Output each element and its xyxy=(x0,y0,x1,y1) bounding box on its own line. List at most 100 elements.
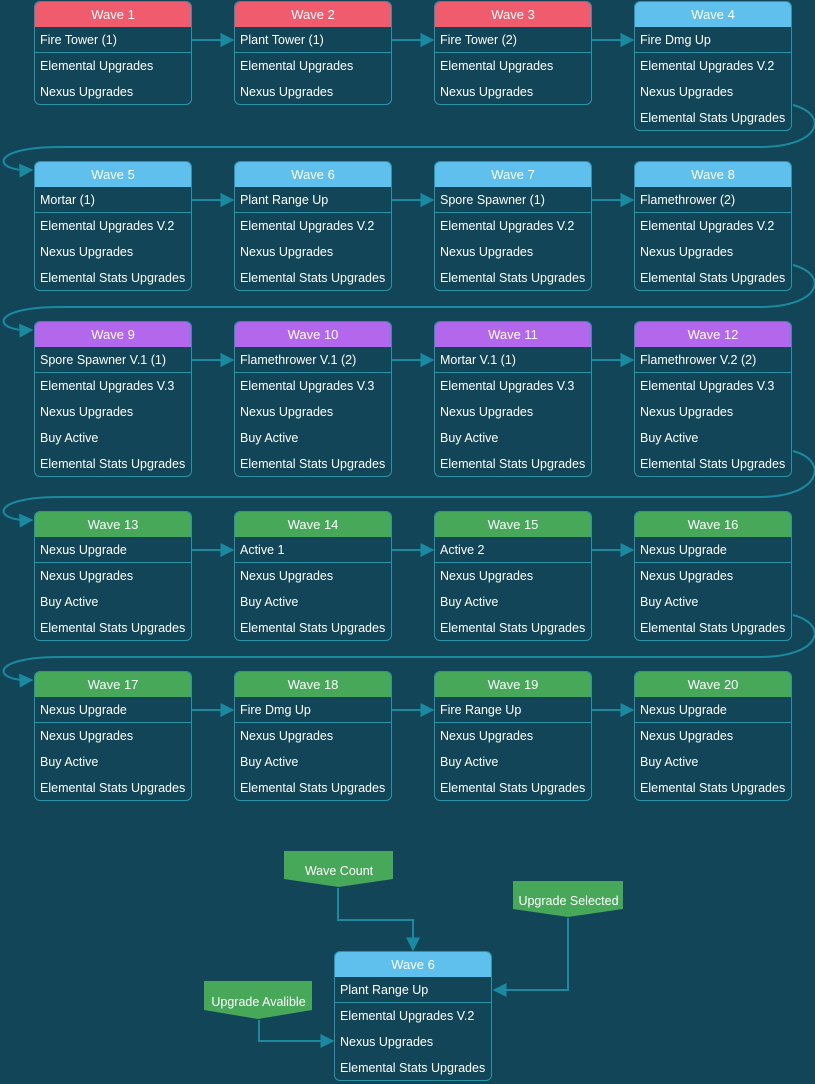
wave-card-item: Nexus Upgrades xyxy=(440,729,534,743)
wave-card-item: Elemental Stats Upgrades xyxy=(240,781,386,795)
wave-card-title: Wave 19 xyxy=(435,672,591,697)
wave-card: Wave 2 Plant Tower (1) Elemental Upgrades N… xyxy=(234,1,392,105)
wave-card-item: Nexus Upgrades xyxy=(440,405,534,419)
wave-card-item: Elemental Stats Upgrades xyxy=(240,271,386,285)
wave-card-item: Elemental Upgrades xyxy=(440,59,554,73)
wave-card-item: Nexus Upgrades xyxy=(640,245,734,259)
wave-card-main-item: Nexus Upgrade xyxy=(35,537,191,563)
wave-card-main-item: Fire Tower (2) xyxy=(435,27,591,53)
wave-card-main-item: Spore Spawner V.1 (1) xyxy=(35,347,191,373)
wave-card-main-item: Flamethrower (2) xyxy=(635,187,791,213)
wave-card-title: Wave 15 xyxy=(435,512,591,537)
wave-count-arrow xyxy=(337,888,420,952)
upgrade-selected-label: Upgrade Selected xyxy=(518,894,619,908)
wave-card: Wave 13 Nexus Upgrade Nexus Upgrades Buy Ac… xyxy=(34,511,192,641)
wave-card-item: Nexus Upgrades xyxy=(340,1035,434,1049)
wave-card-item: Buy Active xyxy=(40,595,99,609)
wave-card-title: Wave 16 xyxy=(635,512,791,537)
wave-card: Wave 19 Fire Range Up Nexus Upgrades Buy Ac… xyxy=(434,671,592,801)
wave-card-item: Elemental Upgrades V.2 xyxy=(340,1009,475,1023)
wave-card-item: Nexus Upgrades xyxy=(40,405,134,419)
wave-card-item: Nexus Upgrades xyxy=(440,245,534,259)
wave-count-callout: Wave Count xyxy=(284,851,394,888)
wave-card-item: Nexus Upgrades xyxy=(440,569,534,583)
wave-card-main-item: Nexus Upgrade xyxy=(35,697,191,723)
wave-card-main-item: Fire Dmg Up xyxy=(235,697,391,723)
wave-card-item: Elemental Upgrades V.3 xyxy=(240,379,375,393)
wave-card-item: Nexus Upgrades xyxy=(40,569,134,583)
wave-card-item: Elemental Upgrades V.2 xyxy=(640,219,775,233)
wave-card-item: Buy Active xyxy=(240,431,299,445)
wave-card-item: Nexus Upgrades xyxy=(440,85,534,99)
wave-card-item: Buy Active xyxy=(40,431,99,445)
wave-card-main-item: Plant Range Up xyxy=(235,187,391,213)
upgrade-selected-arrow xyxy=(492,918,569,997)
wave-card-item: Elemental Stats Upgrades xyxy=(340,1061,486,1075)
wave-card-title: Wave 6 xyxy=(335,952,491,977)
wave-card-main-item: Nexus Upgrade xyxy=(635,537,791,563)
wave-card: Wave 18 Fire Dmg Up Nexus Upgrades Buy Acti… xyxy=(234,671,392,801)
wave-card: Wave 3 Fire Tower (2) Elemental Upgrades Ne… xyxy=(434,1,592,105)
wave-card-title: Wave 9 xyxy=(35,322,191,347)
wave-card-main-item: Active 2 xyxy=(435,537,591,563)
wave-card-title: Wave 12 xyxy=(635,322,791,347)
wave-card-title: Wave 20 xyxy=(635,672,791,697)
wave-card-title: Wave 3 xyxy=(435,2,591,27)
wave-card-item: Buy Active xyxy=(640,595,699,609)
wave-card-item: Buy Active xyxy=(440,595,499,609)
wave-card-title: Wave 10 xyxy=(235,322,391,347)
wave-card: Wave 6 Plant Range Up Elemental Upgrades V… xyxy=(334,951,492,1081)
wave-card-title: Wave 14 xyxy=(235,512,391,537)
wave-card: Wave 12 Flamethrower V.2 (2) Elemental Upg… xyxy=(634,321,792,477)
wave-card-item: Nexus Upgrades xyxy=(240,85,334,99)
wave-card: Wave 15 Active 2 Nexus Upgrades Buy Active E… xyxy=(434,511,592,641)
wave-card-main-item: Flamethrower V.2 (2) xyxy=(635,347,791,373)
wave-card-item: Elemental Stats Upgrades xyxy=(40,781,186,795)
wave-card-item: Buy Active xyxy=(240,595,299,609)
wave-card: Wave 4 Fire Dmg Up Elemental Upgrades V.2 N… xyxy=(634,1,792,131)
wave-card-item: Elemental Stats Upgrades xyxy=(640,271,786,285)
wave-card: Wave 8 Flamethrower (2) Elemental Upgrades… xyxy=(634,161,792,291)
wave-card: Wave 10 Flamethrower V.1 (2) Elemental Upg… xyxy=(234,321,392,477)
wave-count-label: Wave Count xyxy=(304,864,374,878)
wave-card-item: Elemental Stats Upgrades xyxy=(40,621,186,635)
wave-card-item: Elemental Stats Upgrades xyxy=(640,111,786,125)
wave-card-title: Wave 17 xyxy=(35,672,191,697)
wave-card-item: Buy Active xyxy=(440,431,499,445)
upgrade-selected-callout: Upgrade Selected xyxy=(513,881,624,918)
wave-card: Wave 17 Nexus Upgrade Nexus Upgrades Buy Ac… xyxy=(34,671,192,801)
wave-card-item: Nexus Upgrades xyxy=(240,245,334,259)
wave-card-item: Buy Active xyxy=(640,431,699,445)
wave-card-item: Elemental Stats Upgrades xyxy=(640,457,786,471)
wave-card-item: Elemental Upgrades V.2 xyxy=(440,219,575,233)
upgrade-available-label: Upgrade Avalible xyxy=(211,995,306,1009)
wave-card-main-item: Active 1 xyxy=(235,537,391,563)
wave-card: Wave 20 Nexus Upgrade Nexus Upgrades Buy Ac… xyxy=(634,671,792,801)
wave-card-title: Wave 13 xyxy=(35,512,191,537)
wave-card-item: Elemental Upgrades V.3 xyxy=(440,379,575,393)
wave-card: Wave 1 Fire Tower (1) Elemental Upgrades Ne… xyxy=(34,1,192,105)
wave-card-title: Wave 11 xyxy=(435,322,591,347)
wave-card-item: Elemental Upgrades V.3 xyxy=(640,379,775,393)
wave-card-item: Nexus Upgrades xyxy=(40,245,134,259)
wave-card: Wave 7 Spore Spawner (1) Elemental Upgrade… xyxy=(434,161,592,291)
wave-card-main-item: Mortar (1) xyxy=(35,187,191,213)
wave-card-item: Buy Active xyxy=(440,755,499,769)
wave-card-item: Buy Active xyxy=(640,755,699,769)
wave-card-title: Wave 5 xyxy=(35,162,191,187)
wave-card-item: Elemental Upgrades xyxy=(240,59,354,73)
wave-card-item: Nexus Upgrades xyxy=(640,729,734,743)
wave-card-main-item: Flamethrower V.1 (2) xyxy=(235,347,391,373)
wave-card: Wave 6 Plant Range Up Elemental Upgrades V… xyxy=(234,161,392,291)
wave-card-item: Nexus Upgrades xyxy=(640,85,734,99)
wave-card-title: Wave 4 xyxy=(635,2,791,27)
wave-card-item: Elemental Stats Upgrades xyxy=(440,621,586,635)
wave-card-item: Elemental Stats Upgrades xyxy=(640,621,786,635)
wave-card-item: Nexus Upgrades xyxy=(40,729,134,743)
wave-card-item: Nexus Upgrades xyxy=(240,729,334,743)
wave-card-item: Nexus Upgrades xyxy=(40,85,134,99)
wave-card-item: Nexus Upgrades xyxy=(240,405,334,419)
wave-card-item: Nexus Upgrades xyxy=(640,405,734,419)
wave-card-item: Elemental Upgrades V.2 xyxy=(40,219,175,233)
upgrade-available-callout: Upgrade Avalible xyxy=(204,981,313,1020)
